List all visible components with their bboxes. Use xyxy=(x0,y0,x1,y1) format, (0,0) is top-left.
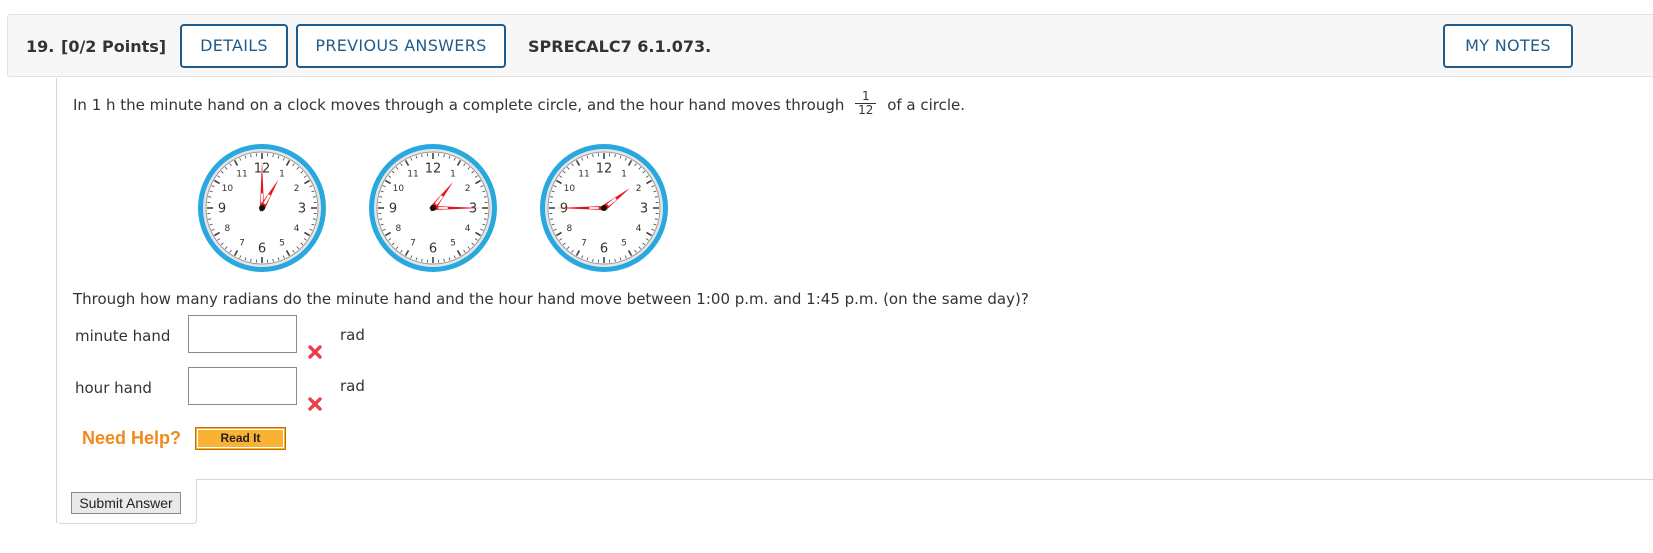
need-help-label: Need Help? xyxy=(82,428,182,448)
clock-numeral: 7 xyxy=(581,239,587,249)
problem-code: SPRECALC7 6.1.073. xyxy=(528,37,712,56)
clock-numeral: 2 xyxy=(636,184,642,194)
submit-answer-button[interactable]: Submit Answer xyxy=(71,492,181,514)
fraction-denominator: 12 xyxy=(858,103,874,117)
my-notes-button[interactable]: MY NOTES xyxy=(1443,24,1573,68)
fraction: 1 12 xyxy=(855,90,877,117)
clock-numeral: 6 xyxy=(429,242,437,257)
clock-image-1: 121234567891011 xyxy=(198,144,326,272)
read-it-button[interactable]: Read It xyxy=(195,427,286,450)
clock-numeral: 4 xyxy=(294,224,300,234)
clock-numeral: 5 xyxy=(279,239,285,249)
clock-numeral: 8 xyxy=(395,224,401,234)
clock-image-3: 12 12 3 45 6 78 9 1011 xyxy=(540,144,668,272)
fraction-numerator: 1 xyxy=(855,90,877,104)
clock-numeral: 1 xyxy=(621,169,627,179)
clock-numeral: 2 xyxy=(465,184,471,194)
clock-numeral: 7 xyxy=(239,239,245,249)
clock-numeral: 9 xyxy=(218,202,226,217)
clock-numeral: 5 xyxy=(450,239,456,249)
clock-numeral: 4 xyxy=(636,224,642,234)
prompt-text-after: of a circle. xyxy=(887,96,966,114)
clock-numeral: 2 xyxy=(294,184,300,194)
prompt-text-before: In 1 h the minute hand on a clock moves … xyxy=(73,96,845,114)
clock-numeral: 11 xyxy=(407,169,418,179)
clock-center-pin xyxy=(259,205,265,211)
hour-hand-label: hour hand xyxy=(75,379,152,397)
clock-numeral: 7 xyxy=(410,239,416,249)
clock-numeral: 10 xyxy=(564,184,576,194)
minute-hand-input[interactable] xyxy=(188,315,297,353)
clock-numeral: 12 xyxy=(596,162,613,177)
minute-hand-label: minute hand xyxy=(75,327,171,345)
incorrect-x-icon xyxy=(308,397,322,411)
sub-question: Through how many radians do the minute h… xyxy=(73,290,1029,308)
clock-numeral: 9 xyxy=(389,202,397,217)
previous-answers-button[interactable]: PREVIOUS ANSWERS xyxy=(296,24,506,68)
question-points: [0/2 Points] xyxy=(61,37,167,56)
submit-area: Submit Answer xyxy=(57,480,197,524)
clock-numeral: 10 xyxy=(222,184,234,194)
clock-numeral: 3 xyxy=(298,202,306,217)
clock-numeral: 6 xyxy=(258,242,266,257)
clock-image-2: 12 12 3 45 6 78 9 1011 xyxy=(369,144,497,272)
clock-numeral: 12 xyxy=(425,162,442,177)
clock-numeral: 3 xyxy=(640,202,648,217)
clock-numeral: 11 xyxy=(236,169,247,179)
incorrect-x-icon xyxy=(308,345,322,359)
question-body: In 1 h the minute hand on a clock moves … xyxy=(56,78,1653,524)
details-button[interactable]: DETAILS xyxy=(180,24,288,68)
question-header: 19. [0/2 Points] DETAILS PREVIOUS ANSWER… xyxy=(7,14,1653,77)
minute-hand-unit: rad xyxy=(340,326,365,344)
clock-numeral: 8 xyxy=(224,224,230,234)
clock-center-pin xyxy=(601,205,607,211)
clock-numeral: 1 xyxy=(279,169,285,179)
clock-numeral: 9 xyxy=(560,202,568,217)
question-number: 19. xyxy=(26,37,55,56)
hour-hand-unit: rad xyxy=(340,377,365,395)
clock-numeral: 5 xyxy=(621,239,627,249)
clock-center-pin xyxy=(430,205,436,211)
question-prompt: In 1 h the minute hand on a clock moves … xyxy=(73,90,966,119)
clock-numeral: 3 xyxy=(469,202,477,217)
clock-numeral: 8 xyxy=(566,224,572,234)
divider xyxy=(196,479,1653,480)
clock-numeral: 10 xyxy=(393,184,405,194)
clock-numeral: 6 xyxy=(600,242,608,257)
hour-hand-input[interactable] xyxy=(188,367,297,405)
clock-numeral: 11 xyxy=(578,169,589,179)
clock-numeral: 1 xyxy=(450,169,456,179)
clock-numeral: 4 xyxy=(465,224,471,234)
